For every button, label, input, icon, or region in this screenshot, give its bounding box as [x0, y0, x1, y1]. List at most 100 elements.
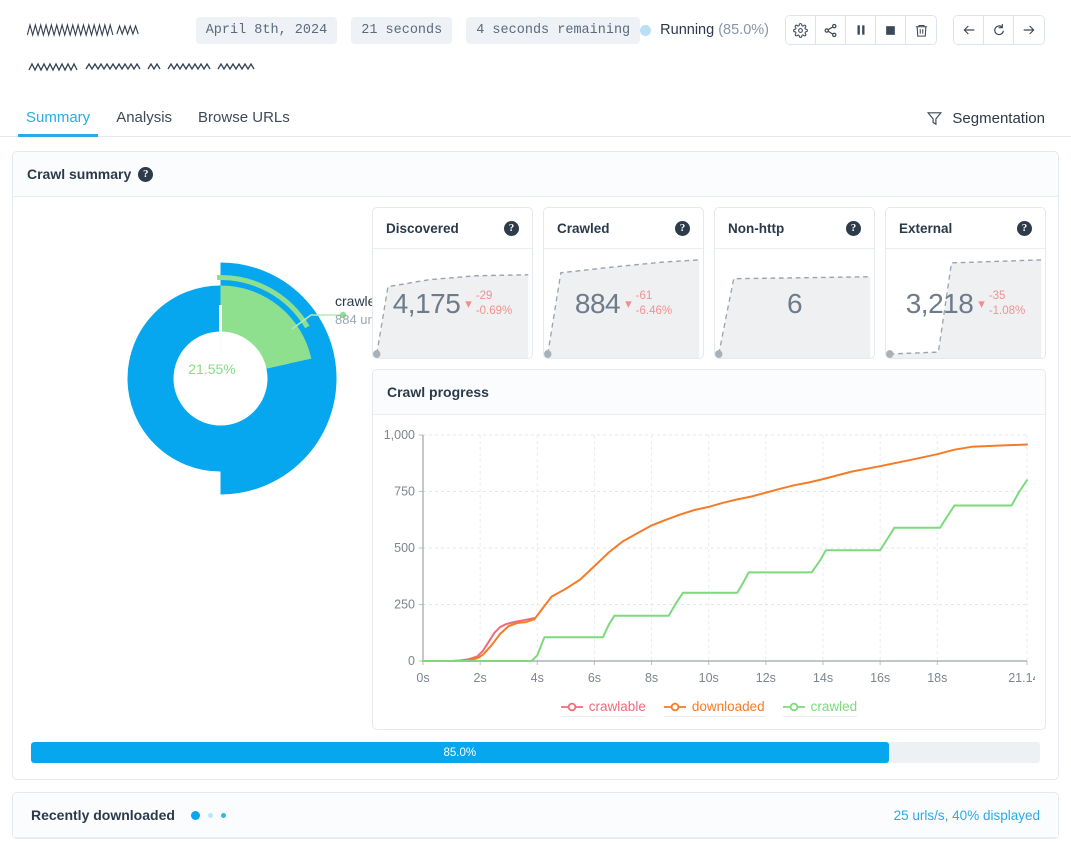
- arrow-right-icon: [1023, 25, 1035, 35]
- stop-button[interactable]: [876, 16, 906, 44]
- svg-text:10s: 10s: [699, 671, 719, 685]
- tab-browse-urls[interactable]: Browse URLs: [198, 110, 290, 136]
- card-delta: -35 -1.08%: [989, 289, 1025, 318]
- metric-card-external[interactable]: External ? 3,218 ▾ -35 -1.08%: [885, 207, 1046, 359]
- crawl-control-buttons: [785, 15, 937, 45]
- gear-icon: [793, 22, 808, 38]
- crawl-summary-body: 21.55% crawled 884 urls Discovered ? 4,1…: [13, 197, 1058, 742]
- progress-bar-label: 85.0%: [443, 746, 477, 759]
- overall-progress-row: 85.0%: [13, 742, 1058, 779]
- card-delta-pct: -0.69%: [475, 304, 513, 317]
- loading-dots-icon: [190, 810, 226, 820]
- metric-card-non-http[interactable]: Non-http ? 6: [714, 207, 875, 359]
- pause-button[interactable]: [846, 16, 876, 44]
- redacted-subtitle: [28, 62, 255, 72]
- recently-downloaded-header: Recently downloaded 25 urls/s, 40% displ…: [13, 793, 1058, 838]
- line-chart-svg: 0 250 500 750 1,000 0s 2s 4s 6s 8s 10s 12s 14s 16s 18s…: [384, 428, 1035, 685]
- funnel-icon: [927, 112, 943, 126]
- crawl-remaining-pill: 4 seconds remaining: [466, 16, 641, 44]
- tab-list: Summary Analysis Browse URLs: [17, 92, 316, 137]
- card-delta-pct: -6.46%: [635, 304, 673, 317]
- metric-card-crawled[interactable]: Crawled ? 884 ▾ -61 -6.46%: [543, 207, 704, 359]
- help-icon[interactable]: ?: [1017, 220, 1032, 236]
- card-delta-pct: -1.08%: [988, 304, 1026, 317]
- metrics-column: Discovered ? 4,175 ▾ -29 -0.69% Crawled …: [372, 207, 1046, 730]
- segmentation-button[interactable]: Segmentation: [926, 110, 1045, 136]
- legend-item-crawled[interactable]: crawled: [782, 699, 858, 717]
- card-delta-abs: -35: [988, 290, 1006, 303]
- tab-summary[interactable]: Summary: [17, 110, 99, 137]
- header-top-row: April 8th, 2024 21 seconds 4 seconds rem…: [26, 0, 1045, 60]
- back-button[interactable]: [954, 16, 984, 44]
- card-value-wrap: 4,175 ▾ -29 -0.69%: [373, 249, 532, 358]
- refresh-button[interactable]: [984, 16, 1014, 44]
- crawl-progress-header: Crawl progress: [373, 370, 1045, 415]
- card-header: Discovered ?: [373, 208, 532, 249]
- svg-text:500: 500: [394, 541, 415, 555]
- crawl-progress-chart: 0 250 500 750 1,000 0s 2s 4s 6s 8s 10s 12s 14s 16s 18s…: [373, 415, 1045, 699]
- card-value: 3,218: [905, 287, 974, 319]
- arrow-left-icon: [963, 25, 974, 35]
- crawl-progress-panel: Crawl progress 0 250 500 750 1,000 0s 2s 4s 6s 8s…: [372, 369, 1046, 730]
- svg-text:14s: 14s: [813, 671, 833, 685]
- delete-button[interactable]: [906, 16, 936, 44]
- settings-button[interactable]: [786, 16, 816, 44]
- card-header: Crawled ?: [544, 208, 703, 249]
- chevron-down-icon: ▾: [465, 295, 472, 311]
- card-title: Discovered: [386, 220, 459, 236]
- crawl-date-pill: April 8th, 2024: [195, 16, 338, 44]
- legend-label: crawled: [810, 699, 858, 714]
- crawl-summary-panel: Crawl summary ? 21.55% crawled 884 urls …: [12, 151, 1059, 780]
- tab-analysis[interactable]: Analysis: [116, 110, 172, 136]
- forward-button[interactable]: [1014, 16, 1044, 44]
- pause-icon: [857, 25, 864, 35]
- card-header: External ?: [886, 208, 1045, 249]
- svg-text:1,000: 1,000: [384, 428, 415, 442]
- card-value-wrap: 6: [715, 249, 874, 358]
- legend-item-downloaded[interactable]: downloaded: [663, 699, 765, 717]
- status-label: Running: [660, 22, 715, 38]
- metric-card-discovered[interactable]: Discovered ? 4,175 ▾ -29 -0.69%: [372, 207, 533, 359]
- legend-item-crawlable[interactable]: crawlable: [560, 699, 646, 717]
- card-value-wrap: 3,218 ▾ -35 -1.08%: [886, 249, 1045, 358]
- donut-svg: [116, 262, 347, 495]
- download-rate-label[interactable]: 25 urls/s, 40% displayed: [894, 808, 1040, 823]
- svg-text:18s: 18s: [927, 671, 947, 685]
- donut-column: 21.55% crawled 884 urls: [25, 207, 383, 730]
- loading-dot-3: [220, 812, 226, 818]
- crawl-duration-pill: 21 seconds: [351, 16, 453, 44]
- metric-card-list: Discovered ? 4,175 ▾ -29 -0.69% Crawled …: [372, 207, 1046, 359]
- loading-dot-2: [207, 812, 213, 818]
- help-icon[interactable]: ?: [675, 220, 690, 236]
- segmentation-label: Segmentation: [952, 110, 1045, 127]
- card-title: Crawled: [557, 220, 610, 236]
- card-delta: -61 -6.46%: [636, 289, 672, 318]
- redacted-title: [26, 22, 139, 38]
- trash-icon: [915, 24, 927, 37]
- legend-marker-icon: [560, 702, 583, 711]
- svg-text:6s: 6s: [588, 671, 601, 685]
- status-text: Running (85.0%): [660, 22, 769, 38]
- help-icon[interactable]: ?: [138, 166, 154, 182]
- help-icon[interactable]: ?: [846, 220, 861, 236]
- svg-text:8s: 8s: [645, 671, 658, 685]
- chevron-down-icon: ▾: [978, 295, 985, 311]
- progress-bar: 85.0%: [31, 742, 1040, 763]
- share-button[interactable]: [816, 16, 846, 44]
- svg-text:12s: 12s: [756, 671, 776, 685]
- help-icon[interactable]: ?: [504, 220, 519, 236]
- status-percent: (85.0%): [718, 22, 769, 38]
- history-nav-buttons: [953, 15, 1045, 45]
- card-header: Non-http ?: [715, 208, 874, 249]
- legend-marker-icon: [663, 702, 686, 711]
- share-icon: [824, 23, 837, 37]
- card-value: 6: [786, 287, 803, 319]
- svg-text:16s: 16s: [870, 671, 890, 685]
- crawl-summary-header: Crawl summary ?: [13, 152, 1058, 197]
- recently-downloaded-panel: Recently downloaded 25 urls/s, 40% displ…: [12, 792, 1059, 839]
- svg-text:4s: 4s: [531, 671, 544, 685]
- panel-title: Crawl progress: [387, 384, 489, 400]
- svg-text:2s: 2s: [474, 671, 487, 685]
- status-dot-icon: [640, 24, 652, 36]
- card-value: 884: [574, 287, 621, 319]
